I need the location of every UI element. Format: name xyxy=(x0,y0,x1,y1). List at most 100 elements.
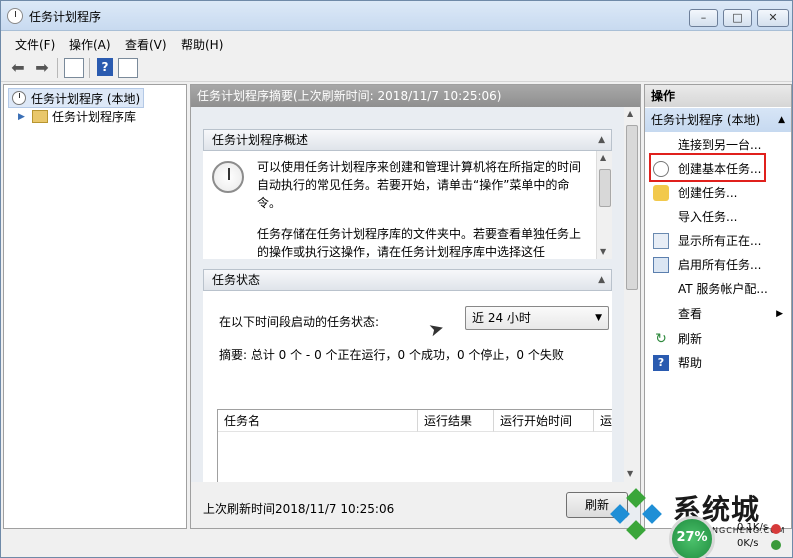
clock-icon xyxy=(12,91,26,105)
help-icon: ? xyxy=(653,355,669,371)
download-icon xyxy=(771,540,781,550)
forward-arrow-icon[interactable]: ➡ xyxy=(31,57,53,79)
last-refresh-text: 上次刷新时间2018/11/7 10:25:06 xyxy=(203,502,395,516)
scroll-thumb[interactable] xyxy=(599,169,611,207)
column-header[interactable]: 运行结果 xyxy=(418,410,494,432)
summary-header: 任务计划程序摘要(上次刷新时间: 2018/11/7 10:25:06) xyxy=(191,85,640,107)
column-header[interactable]: 运行开始时间 xyxy=(494,410,594,432)
expand-arrow-icon[interactable]: ▶ xyxy=(18,107,25,127)
column-header[interactable]: 运 xyxy=(594,410,612,432)
console-tree: 任务计划程序 (本地) ▶ 任务计划程序库 xyxy=(3,84,187,529)
scroll-thumb[interactable] xyxy=(626,125,638,290)
overview-content: 可以使用任务计划程序来创建和管理计算机将在所指定的时间自动执行的常见任务。若要开… xyxy=(203,151,596,259)
action-label: 帮助 xyxy=(678,356,703,370)
action-view[interactable]: 查看 ▶ xyxy=(645,303,791,325)
action-show-running[interactable]: 显示所有正在... xyxy=(645,230,791,252)
logo-diamond xyxy=(642,504,662,524)
toolbar-separator xyxy=(89,58,90,78)
list-icon xyxy=(653,233,669,249)
action-help[interactable]: ? 帮助 xyxy=(645,352,791,374)
logo-diamond xyxy=(626,488,646,508)
toolbar-separator xyxy=(57,58,58,78)
action-label: AT 服务帐户配... xyxy=(678,282,768,296)
action-label: 启用所有任务... xyxy=(678,258,762,272)
highlight-annotation xyxy=(649,153,766,182)
column-header[interactable]: 任务名 xyxy=(218,410,418,432)
action-label: 显示所有正在... xyxy=(678,234,762,248)
toolbar: ⬅ ➡ ? xyxy=(1,54,792,82)
action-label: 连接到另一台... xyxy=(678,138,762,152)
chevron-down-icon: ▼ xyxy=(595,313,602,323)
maximize-button[interactable]: □ xyxy=(723,9,752,27)
scroll-down-icon[interactable]: ▼ xyxy=(627,469,633,478)
group-label: 任务计划程序 (本地) xyxy=(651,113,761,127)
logo-diamond xyxy=(626,520,646,540)
section-title: 任务计划程序概述 xyxy=(212,133,309,147)
net-upload-speed: 0.1K/s xyxy=(737,522,769,533)
folder-icon xyxy=(32,110,48,123)
overview-paragraph-2: 任务存储在任务计划程序库的文件夹中。若要查看单独任务上的操作或执行这操作，请在任… xyxy=(257,227,582,259)
clock-icon xyxy=(212,161,244,193)
collapse-icon[interactable]: ▲ xyxy=(778,108,785,132)
minimize-button[interactable]: – xyxy=(689,9,718,27)
status-period-label: 在以下时间段启动的任务状态: xyxy=(219,315,380,329)
submenu-arrow-icon: ▶ xyxy=(776,309,783,319)
new-task-icon xyxy=(653,185,669,201)
tree-item-local[interactable]: 任务计划程序 (本地) xyxy=(8,88,144,108)
overview-scrollbar[interactable]: ▲ ▼ xyxy=(596,151,612,259)
scroll-down-icon[interactable]: ▼ xyxy=(600,247,606,256)
back-arrow-icon[interactable]: ⬅ xyxy=(7,57,29,79)
period-dropdown[interactable]: 近 24 小时 ▼ xyxy=(465,306,609,330)
action-label: 刷新 xyxy=(678,332,703,346)
menu-help[interactable]: 帮助(H) xyxy=(181,36,223,53)
action-label: 查看 xyxy=(678,307,703,321)
title-bar: 任务计划程序 – □ ✕ xyxy=(1,1,792,31)
tree-item-label: 任务计划程序库 xyxy=(52,110,137,124)
action-label: 创建任务... xyxy=(678,186,738,200)
summary-scrollbar[interactable]: ▲ ▼ xyxy=(624,107,640,505)
action-import-task[interactable]: 导入任务... xyxy=(645,206,791,228)
action-at-service[interactable]: AT 服务帐户配... xyxy=(645,278,791,300)
mouse-cursor-icon: ➤ xyxy=(426,317,447,342)
brand-logo-icon xyxy=(607,488,667,551)
upload-icon xyxy=(771,524,781,534)
collapse-icon[interactable]: ▲ xyxy=(598,270,605,290)
show-hide-tree-icon[interactable] xyxy=(64,58,84,78)
cpu-gauge: 27% xyxy=(669,516,715,558)
close-button[interactable]: ✕ xyxy=(757,9,789,27)
show-hide-action-pane-icon[interactable] xyxy=(118,58,138,78)
summary-pane: 任务计划程序摘要(上次刷新时间: 2018/11/7 10:25:06) 任务计… xyxy=(190,84,641,529)
menu-action[interactable]: 操作(A) xyxy=(69,36,111,53)
menu-view[interactable]: 查看(V) xyxy=(125,36,167,53)
actions-header: 操作 xyxy=(645,85,791,107)
scroll-up-icon[interactable]: ▲ xyxy=(627,109,633,118)
window-title: 任务计划程序 xyxy=(29,10,102,24)
summary-body: 任务计划程序概述 ▲ 可以使用任务计划程序来创建和管理计算机将在所指定的时间自动… xyxy=(191,107,640,528)
logo-diamond xyxy=(610,504,630,524)
status-summary: 摘要: 总计 0 个 - 0 个正在运行，0 个成功，0 个停止，0 个失败 xyxy=(219,348,564,362)
action-enable-history[interactable]: 启用所有任务... xyxy=(645,254,791,276)
section-title: 任务状态 xyxy=(212,273,261,287)
net-download-speed: 0K/s xyxy=(737,538,759,549)
task-status-table: 任务名 运行结果 运行开始时间 运 xyxy=(217,409,612,485)
actions-pane: 操作 任务计划程序 (本地) ▲ 连接到另一台... 创建基本任务... 创建任… xyxy=(644,84,792,529)
help-icon[interactable]: ? xyxy=(97,58,113,76)
actions-group-local[interactable]: 任务计划程序 (本地) ▲ xyxy=(645,108,791,132)
status-section-header[interactable]: 任务状态 ▲ xyxy=(203,269,612,291)
overview-section-header[interactable]: 任务计划程序概述 ▲ xyxy=(203,129,612,151)
action-create-task[interactable]: 创建任务... xyxy=(645,182,791,204)
summary-footer: 上次刷新时间2018/11/7 10:25:06 刷新 xyxy=(191,482,628,528)
task-scheduler-window: 任务计划程序 – □ ✕ 文件(F) 操作(A) 查看(V) 帮助(H) ⬅ ➡… xyxy=(0,0,793,558)
clock-icon xyxy=(7,8,23,24)
enable-icon xyxy=(653,257,669,273)
tree-item-library[interactable]: ▶ 任务计划程序库 xyxy=(18,107,136,127)
scroll-up-icon[interactable]: ▲ xyxy=(600,153,606,162)
menu-bar: 文件(F) 操作(A) 查看(V) 帮助(H) xyxy=(1,32,792,54)
dropdown-value: 近 24 小时 xyxy=(472,311,531,325)
menu-file[interactable]: 文件(F) xyxy=(15,36,55,53)
collapse-icon[interactable]: ▲ xyxy=(598,130,605,150)
refresh-icon: ↻ xyxy=(655,331,667,347)
action-label: 导入任务... xyxy=(678,210,738,224)
action-refresh[interactable]: ↻ 刷新 xyxy=(645,328,791,350)
overview-paragraph-1: 可以使用任务计划程序来创建和管理计算机将在所指定的时间自动执行的常见任务。若要开… xyxy=(257,160,582,210)
